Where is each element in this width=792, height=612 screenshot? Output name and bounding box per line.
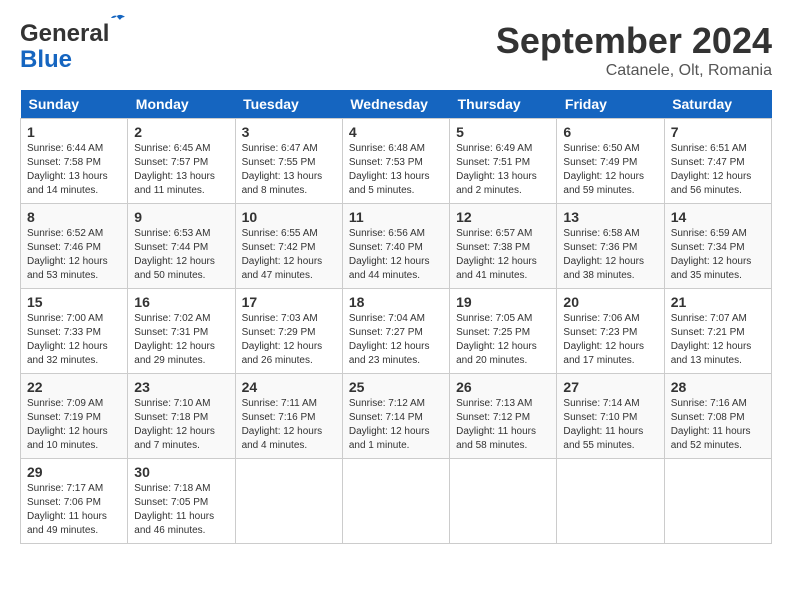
empty-cell — [664, 459, 771, 544]
day-24: 24 Sunrise: 7:11 AMSunset: 7:16 PMDaylig… — [235, 374, 342, 459]
day-5: 5 Sunrise: 6:49 AMSunset: 7:51 PMDayligh… — [450, 119, 557, 204]
day-9: 9 Sunrise: 6:53 AMSunset: 7:44 PMDayligh… — [128, 204, 235, 289]
empty-cell — [235, 459, 342, 544]
header: General Blue September 2024 Catanele, Ol… — [20, 20, 772, 80]
col-tuesday: Tuesday — [235, 90, 342, 119]
day-25: 25 Sunrise: 7:12 AMSunset: 7:14 PMDaylig… — [342, 374, 449, 459]
day-21: 21 Sunrise: 7:07 AMSunset: 7:21 PMDaylig… — [664, 289, 771, 374]
day-20: 20 Sunrise: 7:06 AMSunset: 7:23 PMDaylig… — [557, 289, 664, 374]
day-16: 16 Sunrise: 7:02 AMSunset: 7:31 PMDaylig… — [128, 289, 235, 374]
day-18: 18 Sunrise: 7:04 AMSunset: 7:27 PMDaylig… — [342, 289, 449, 374]
day-8: 8 Sunrise: 6:52 AMSunset: 7:46 PMDayligh… — [21, 204, 128, 289]
title-section: September 2024 Catanele, Olt, Romania — [496, 20, 772, 80]
day-2: 2 Sunrise: 6:45 AMSunset: 7:57 PMDayligh… — [128, 119, 235, 204]
day-19: 19 Sunrise: 7:05 AMSunset: 7:25 PMDaylig… — [450, 289, 557, 374]
page-container: General Blue September 2024 Catanele, Ol… — [20, 20, 772, 544]
day-11: 11 Sunrise: 6:56 AMSunset: 7:40 PMDaylig… — [342, 204, 449, 289]
day-14: 14 Sunrise: 6:59 AMSunset: 7:34 PMDaylig… — [664, 204, 771, 289]
calendar-row: 15 Sunrise: 7:00 AMSunset: 7:33 PMDaylig… — [21, 289, 772, 374]
day-23: 23 Sunrise: 7:10 AMSunset: 7:18 PMDaylig… — [128, 374, 235, 459]
day-27: 27 Sunrise: 7:14 AMSunset: 7:10 PMDaylig… — [557, 374, 664, 459]
logo-blue: Blue — [20, 46, 72, 74]
calendar-row: 22 Sunrise: 7:09 AMSunset: 7:19 PMDaylig… — [21, 374, 772, 459]
day-4: 4 Sunrise: 6:48 AMSunset: 7:53 PMDayligh… — [342, 119, 449, 204]
logo: General Blue — [20, 20, 109, 74]
day-7: 7 Sunrise: 6:51 AMSunset: 7:47 PMDayligh… — [664, 119, 771, 204]
empty-cell — [557, 459, 664, 544]
calendar-row: 8 Sunrise: 6:52 AMSunset: 7:46 PMDayligh… — [21, 204, 772, 289]
col-thursday: Thursday — [450, 90, 557, 119]
col-friday: Friday — [557, 90, 664, 119]
day-29: 29 Sunrise: 7:17 AMSunset: 7:06 PMDaylig… — [21, 459, 128, 544]
day-26: 26 Sunrise: 7:13 AMSunset: 7:12 PMDaylig… — [450, 374, 557, 459]
day-28: 28 Sunrise: 7:16 AMSunset: 7:08 PMDaylig… — [664, 374, 771, 459]
calendar-header-row: Sunday Monday Tuesday Wednesday Thursday… — [21, 90, 772, 119]
month-title: September 2024 — [496, 20, 772, 62]
calendar-row: 29 Sunrise: 7:17 AMSunset: 7:06 PMDaylig… — [21, 459, 772, 544]
day-10: 10 Sunrise: 6:55 AMSunset: 7:42 PMDaylig… — [235, 204, 342, 289]
day-1: 1 Sunrise: 6:44 AMSunset: 7:58 PMDayligh… — [21, 119, 128, 204]
col-wednesday: Wednesday — [342, 90, 449, 119]
col-monday: Monday — [128, 90, 235, 119]
day-17: 17 Sunrise: 7:03 AMSunset: 7:29 PMDaylig… — [235, 289, 342, 374]
empty-cell — [450, 459, 557, 544]
logo-bird-icon — [107, 12, 127, 32]
day-15: 15 Sunrise: 7:00 AMSunset: 7:33 PMDaylig… — [21, 289, 128, 374]
location: Catanele, Olt, Romania — [496, 62, 772, 80]
calendar-table: Sunday Monday Tuesday Wednesday Thursday… — [20, 90, 772, 544]
day-6: 6 Sunrise: 6:50 AMSunset: 7:49 PMDayligh… — [557, 119, 664, 204]
day-12: 12 Sunrise: 6:57 AMSunset: 7:38 PMDaylig… — [450, 204, 557, 289]
logo-general: General — [20, 20, 109, 47]
col-sunday: Sunday — [21, 90, 128, 119]
day-3: 3 Sunrise: 6:47 AMSunset: 7:55 PMDayligh… — [235, 119, 342, 204]
day-30: 30 Sunrise: 7:18 AMSunset: 7:05 PMDaylig… — [128, 459, 235, 544]
day-13: 13 Sunrise: 6:58 AMSunset: 7:36 PMDaylig… — [557, 204, 664, 289]
day-22: 22 Sunrise: 7:09 AMSunset: 7:19 PMDaylig… — [21, 374, 128, 459]
empty-cell — [342, 459, 449, 544]
calendar-row: 1 Sunrise: 6:44 AMSunset: 7:58 PMDayligh… — [21, 119, 772, 204]
col-saturday: Saturday — [664, 90, 771, 119]
